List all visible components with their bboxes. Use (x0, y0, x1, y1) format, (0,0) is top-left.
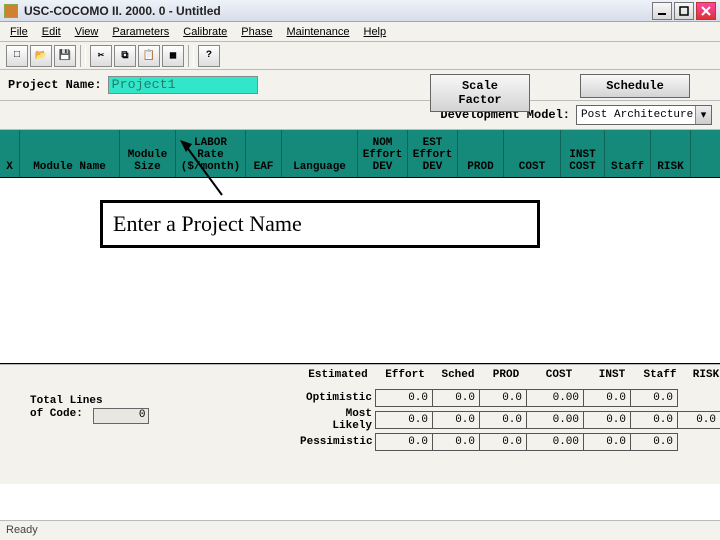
col-nom-effort: NOM Effort DEV (358, 130, 408, 177)
summary-headers: Estimated Effort Sched PROD COST INST St… (300, 369, 720, 381)
cell: 0.00 (526, 389, 584, 407)
dev-model-select[interactable]: Post Architecture ▾ (576, 105, 712, 125)
col-est-effort: EST Effort DEV (408, 130, 458, 177)
menu-file[interactable]: File (4, 24, 34, 40)
cell: 0.0 (375, 433, 433, 451)
cut-icon[interactable]: ✂ (90, 45, 112, 67)
cell: 0.0 (432, 411, 480, 429)
menu-view[interactable]: View (69, 24, 105, 40)
sum-col-risk: RISK (684, 369, 720, 381)
total-lines-label1: Total Lines (30, 395, 103, 407)
menu-parameters[interactable]: Parameters (106, 24, 175, 40)
column-header: X Module Name Module Size LABOR Rate ($/… (0, 130, 720, 178)
save-icon[interactable]: 💾 (54, 45, 76, 67)
titlebar: USC-COCOMO II. 2000. 0 - Untitled (0, 0, 720, 22)
open-icon[interactable]: 📂 (30, 45, 52, 67)
cell: 0.0 (583, 433, 631, 451)
total-lines: Total Lines of Code: 0 (30, 395, 149, 424)
col-module-size: Module Size (120, 130, 176, 177)
window-buttons (652, 2, 716, 20)
project-name-row: Project Name: Scale Factor Schedule (0, 70, 720, 101)
cell: 0.0 (583, 411, 631, 429)
sum-col-prod: PROD (482, 369, 530, 381)
menu-calibrate[interactable]: Calibrate (177, 24, 233, 40)
cell: 0.0 (630, 433, 678, 451)
cell: 0.0 (479, 411, 527, 429)
col-x: X (0, 130, 20, 177)
arrow-icon (180, 140, 230, 200)
cell: 0.00 (526, 433, 584, 451)
cell: 0.0 (583, 389, 631, 407)
toolbar-separator (80, 45, 86, 67)
total-lines-value: 0 (93, 408, 149, 424)
menubar: File Edit View Parameters Calibrate Phas… (0, 22, 720, 42)
toolbar: □ 📂 💾 ✂ ⧉ 📋 ▦ ? (0, 42, 720, 70)
dev-model-value: Post Architecture (577, 109, 695, 121)
toolbar-separator (188, 45, 194, 67)
maximize-button[interactable] (674, 2, 694, 20)
cell: 0.0 (630, 411, 678, 429)
cell: 0.0 (677, 411, 720, 429)
col-language: Language (282, 130, 358, 177)
row-optimistic: Optimistic 0.0 0.0 0.0 0.00 0.0 0.0 (300, 387, 720, 409)
sum-col-cost: COST (530, 369, 588, 381)
menu-phase[interactable]: Phase (235, 24, 278, 40)
paste-icon[interactable]: 📋 (138, 45, 160, 67)
schedule-button[interactable]: Schedule (580, 74, 690, 98)
cell: 0.0 (432, 389, 480, 407)
cell: 0.0 (479, 433, 527, 451)
new-icon[interactable]: □ (6, 45, 28, 67)
cell: 0.0 (432, 433, 480, 451)
cell: 0.0 (375, 411, 433, 429)
cell: 0.0 (375, 389, 433, 407)
cell: 0.0 (630, 389, 678, 407)
minimize-button[interactable] (652, 2, 672, 20)
col-prod: PROD (458, 130, 504, 177)
scale-factor-button[interactable]: Scale Factor (430, 74, 530, 112)
row-pessimistic: Pessimistic 0.0 0.0 0.0 0.00 0.0 0.0 (300, 431, 720, 453)
total-lines-label2: of Code: (30, 408, 83, 420)
sum-col-effort: Effort (376, 369, 434, 381)
calc-icon[interactable]: ▦ (162, 45, 184, 67)
col-risk: RISK (651, 130, 691, 177)
col-eaf: EAF (246, 130, 282, 177)
menu-edit[interactable]: Edit (36, 24, 67, 40)
help-icon[interactable]: ? (198, 45, 220, 67)
col-module-name: Module Name (20, 130, 120, 177)
row-label: Most Likely (300, 408, 376, 432)
col-inst-cost: INST COST (561, 130, 605, 177)
status-bar: Ready (0, 520, 720, 540)
summary-panel: Estimated Effort Sched PROD COST INST St… (0, 364, 720, 484)
cell: 0.00 (526, 411, 584, 429)
sum-col-inst: INST (588, 369, 636, 381)
dev-model-row: Development Model: Post Architecture ▾ (0, 101, 720, 130)
sum-col-estimated: Estimated (300, 369, 376, 381)
cell: 0.0 (479, 389, 527, 407)
app-icon (4, 4, 18, 18)
status-text: Ready (6, 524, 38, 536)
callout-box: Enter a Project Name (100, 200, 540, 248)
callout-text: Enter a Project Name (113, 211, 302, 236)
window-title: USC-COCOMO II. 2000. 0 - Untitled (24, 4, 652, 18)
row-label: Pessimistic (300, 436, 376, 448)
summary-rows: Optimistic 0.0 0.0 0.0 0.00 0.0 0.0 Most… (300, 387, 720, 453)
project-name-input[interactable] (108, 76, 258, 94)
row-label: Optimistic (300, 392, 376, 404)
chevron-down-icon[interactable]: ▾ (695, 106, 711, 124)
row-most-likely: Most Likely 0.0 0.0 0.0 0.00 0.0 0.0 0.0 (300, 409, 720, 431)
menu-help[interactable]: Help (357, 24, 392, 40)
close-button[interactable] (696, 2, 716, 20)
menu-maintenance[interactable]: Maintenance (280, 24, 355, 40)
module-grid: Enter a Project Name (0, 178, 720, 364)
col-staff: Staff (605, 130, 651, 177)
sum-col-staff: Staff (636, 369, 684, 381)
copy-icon[interactable]: ⧉ (114, 45, 136, 67)
col-cost: COST (504, 130, 561, 177)
sum-col-sched: Sched (434, 369, 482, 381)
app-window: USC-COCOMO II. 2000. 0 - Untitled File E… (0, 0, 720, 540)
project-name-label: Project Name: (8, 78, 102, 92)
